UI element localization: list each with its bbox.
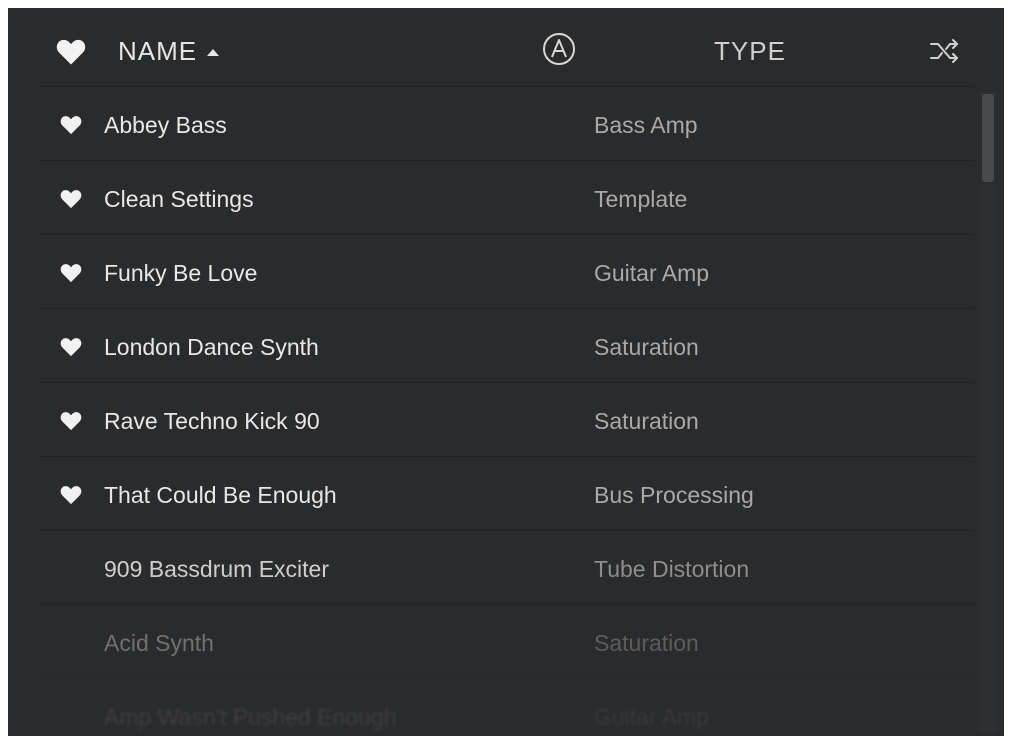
- preset-row[interactable]: Rave Techno Kick 90 Saturation: [40, 382, 974, 456]
- preset-list-header: NAME TYPE: [8, 8, 1004, 92]
- heart-icon[interactable]: [56, 38, 86, 66]
- preset-type: Guitar Amp: [594, 260, 710, 286]
- preset-row[interactable]: Clean Settings Template: [40, 160, 974, 234]
- preset-type: Saturation: [594, 408, 699, 434]
- scrollbar-track[interactable]: [980, 92, 996, 732]
- preset-row[interactable]: Amp Wasn't Pushed Enough Guitar Amp: [40, 678, 974, 736]
- arturia-logo-icon[interactable]: [542, 32, 576, 66]
- heart-icon[interactable]: [60, 263, 82, 283]
- heart-icon[interactable]: [60, 485, 82, 505]
- name-column-header[interactable]: NAME: [118, 36, 220, 67]
- preset-name: London Dance Synth: [104, 334, 319, 360]
- preset-type: Bus Processing: [594, 482, 754, 508]
- heart-icon[interactable]: [60, 411, 82, 431]
- scrollbar-thumb[interactable]: [982, 94, 994, 182]
- preset-row[interactable]: Funky Be Love Guitar Amp: [40, 234, 974, 308]
- heart-icon[interactable]: [60, 115, 82, 135]
- shuffle-icon[interactable]: [928, 36, 962, 66]
- type-column-header[interactable]: TYPE: [714, 36, 786, 67]
- heart-icon[interactable]: [60, 337, 82, 357]
- preset-type: Saturation: [594, 630, 699, 656]
- preset-type: Bass Amp: [594, 112, 698, 138]
- heart-icon[interactable]: [60, 189, 82, 209]
- preset-name: Clean Settings: [104, 186, 254, 212]
- preset-name: 909 Bassdrum Exciter: [104, 556, 329, 582]
- preset-name: That Could Be Enough: [104, 482, 337, 508]
- preset-name: Acid Synth: [104, 630, 214, 656]
- preset-type: Guitar Amp: [594, 704, 710, 730]
- preset-type: Template: [594, 186, 688, 212]
- preset-row[interactable]: Abbey Bass Bass Amp: [40, 86, 974, 160]
- preset-list: Abbey Bass Bass Amp Clean Settings Templ…: [40, 86, 974, 736]
- sort-ascending-icon: [207, 49, 220, 56]
- preset-browser-panel: NAME TYPE Abbey Bass Bass Amp Clean Sett…: [8, 8, 1004, 736]
- preset-name: Amp Wasn't Pushed Enough: [104, 704, 397, 730]
- preset-row[interactable]: London Dance Synth Saturation: [40, 308, 974, 382]
- preset-name: Abbey Bass: [104, 112, 227, 138]
- name-column-label: NAME: [118, 36, 198, 66]
- preset-name: Funky Be Love: [104, 260, 258, 286]
- preset-type: Tube Distortion: [594, 556, 750, 582]
- preset-name: Rave Techno Kick 90: [104, 408, 320, 434]
- preset-type: Saturation: [594, 334, 699, 360]
- preset-row[interactable]: 909 Bassdrum Exciter Tube Distortion: [40, 530, 974, 604]
- preset-row[interactable]: Acid Synth Saturation: [40, 604, 974, 678]
- preset-row[interactable]: That Could Be Enough Bus Processing: [40, 456, 974, 530]
